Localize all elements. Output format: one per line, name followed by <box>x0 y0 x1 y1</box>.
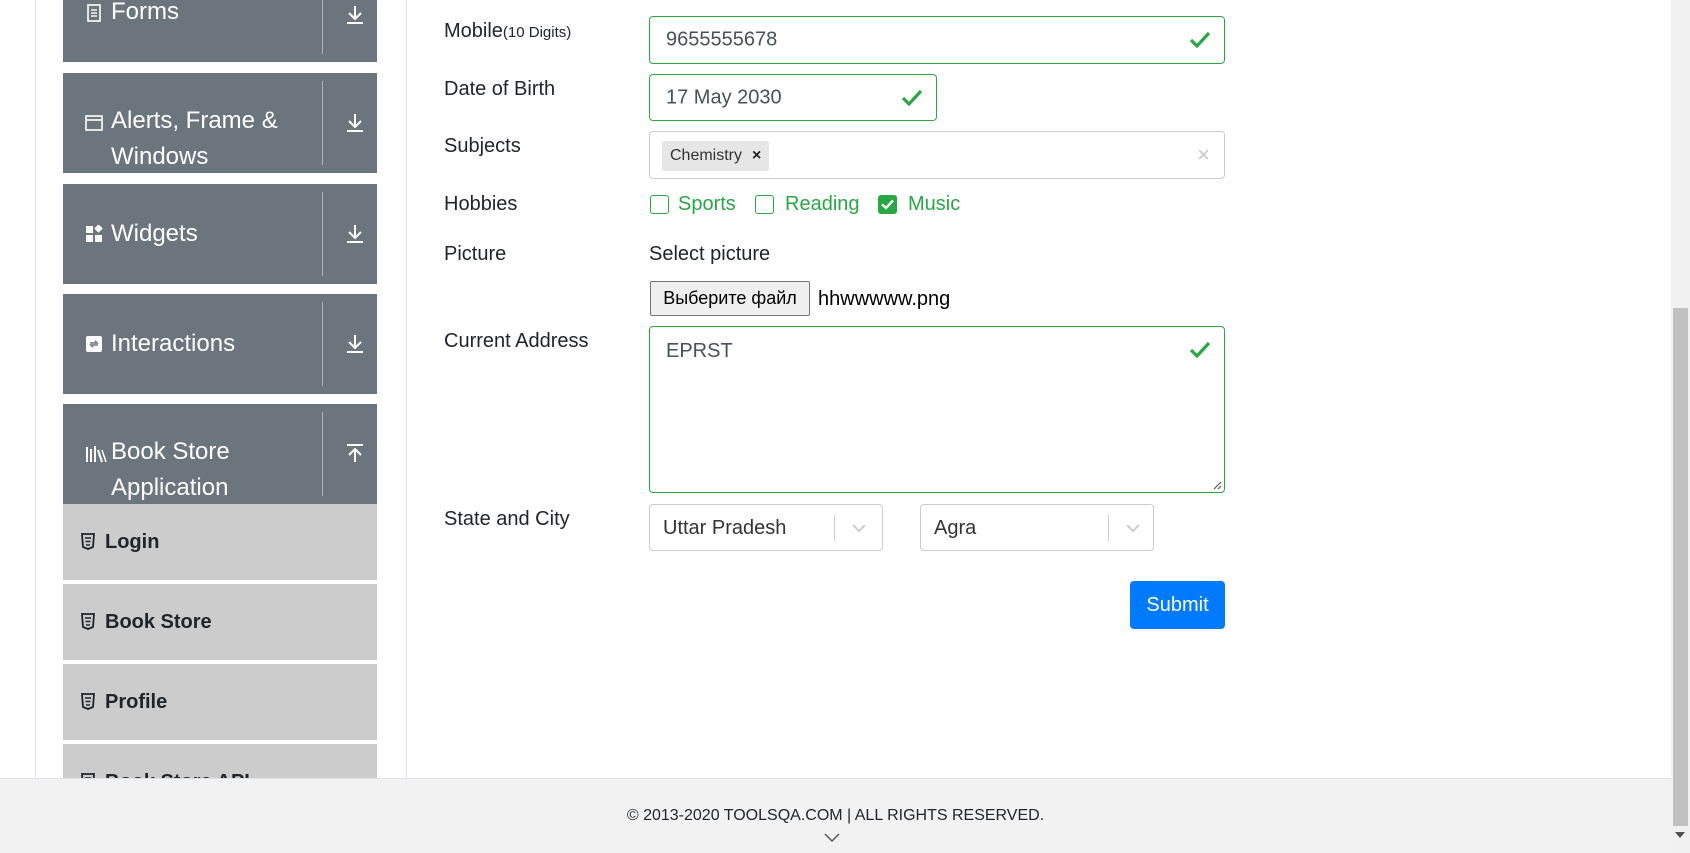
scroll-down-arrow-icon[interactable] <box>1675 832 1685 838</box>
picture-label: Picture <box>444 243 507 265</box>
sidebar-item-login[interactable]: Login <box>63 504 377 582</box>
selected-file-name: hhwwwww.png <box>818 288 951 310</box>
footer-copyright: © 2013-2020 TOOLSQA.COM | ALL RIGHTS RES… <box>626 807 1045 824</box>
divider <box>322 412 323 496</box>
subjects-input[interactable]: Chemistry × × <box>649 131 1225 179</box>
sidebar-group-forms[interactable]: Forms <box>63 0 377 62</box>
state-select[interactable]: Uttar Pradesh <box>649 504 883 551</box>
divider <box>322 192 323 276</box>
divider <box>1108 515 1109 541</box>
dob-input[interactable]: 17 May 2030 <box>649 74 937 121</box>
sidebar-item-label: Login <box>105 531 160 553</box>
subjects-label: Subjects <box>444 135 521 157</box>
divider <box>322 81 323 165</box>
sidebar-group-label: Widgets <box>111 220 198 247</box>
dob-label: Date of Birth <box>444 78 556 100</box>
check-icon <box>1189 341 1211 359</box>
form-icon <box>87 4 101 22</box>
sidebar-group-alerts[interactable]: Alerts, Frame & Windows <box>63 73 377 173</box>
dob-value: 17 May 2030 <box>666 86 782 108</box>
sidebar-group-book-store-application[interactable]: Book Store Application <box>63 404 377 504</box>
subject-chip-label: Chemistry <box>670 147 743 164</box>
sidebar-group-widgets[interactable]: Widgets <box>63 184 377 284</box>
reading-checkbox[interactable] <box>755 195 774 214</box>
html5-icon <box>81 533 95 550</box>
sidebar-item-book-store[interactable]: Book Store <box>63 584 377 662</box>
choose-file-button[interactable]: Выберите файл <box>650 281 810 316</box>
sidebar-group-label: Windows <box>111 143 209 170</box>
sidebar-group-label: Alerts, Frame & <box>111 107 278 134</box>
widgets-icon <box>86 225 103 242</box>
sidebar-item-label: Profile <box>105 691 168 713</box>
mobile-hint: (10 Digits) <box>502 24 572 41</box>
sidebar-group-label: Interactions <box>111 330 236 357</box>
state-city-label: State and City <box>444 508 570 530</box>
chevron-down-icon[interactable] <box>849 518 869 538</box>
sidebar-group-label: Book Store <box>111 438 230 465</box>
footer: © 2013-2020 TOOLSQA.COM | ALL RIGHTS RES… <box>0 778 1671 853</box>
city-value: Agra <box>934 517 977 539</box>
mobile-label-text: Mobile <box>444 20 503 42</box>
sidebar-item-profile[interactable]: Profile <box>63 664 377 742</box>
download-arrow-icon[interactable] <box>343 111 367 135</box>
check-icon <box>1189 31 1211 49</box>
clear-icon[interactable]: × <box>1197 144 1210 166</box>
window-icon <box>85 115 103 131</box>
hobbies-label: Hobbies <box>444 193 518 215</box>
divider <box>322 302 323 386</box>
mobile-value: 9655555678 <box>666 28 778 51</box>
address-label: Current Address <box>444 330 589 352</box>
select-picture-label: Select picture <box>649 243 771 265</box>
checkmark-icon <box>881 199 894 210</box>
html5-icon <box>81 613 95 630</box>
address-value: EPRST <box>666 340 733 362</box>
interactions-icon <box>86 336 102 352</box>
mobile-input[interactable]: 9655555678 <box>649 16 1225 64</box>
chip-remove-icon[interactable]: × <box>752 141 761 171</box>
mobile-label: Mobile(10 Digits) <box>444 20 571 43</box>
music-checkbox[interactable] <box>878 195 897 214</box>
chevron-down-icon <box>824 833 840 843</box>
sidebar-group-label: Forms <box>111 0 179 25</box>
download-arrow-icon[interactable] <box>343 222 367 246</box>
subject-chip: Chemistry × <box>662 141 770 171</box>
sidebar-border <box>35 0 36 778</box>
download-arrow-icon[interactable] <box>343 332 367 356</box>
sidebar-group-label: Application <box>111 474 229 501</box>
sports-label[interactable]: Sports <box>678 193 736 216</box>
submit-button[interactable]: Submit <box>1130 581 1225 629</box>
address-textarea[interactable]: EPRST <box>649 326 1225 493</box>
divider <box>322 0 323 54</box>
city-select[interactable]: Agra <box>920 504 1154 551</box>
page: Forms Alerts, Frame & Windows Widgets In… <box>0 0 1690 853</box>
content-border <box>406 0 407 778</box>
music-label[interactable]: Music <box>908 193 960 216</box>
html5-icon <box>81 693 95 710</box>
scrollbar-thumb[interactable] <box>1673 308 1688 826</box>
sports-checkbox[interactable] <box>650 195 669 214</box>
reading-label[interactable]: Reading <box>785 193 860 216</box>
chevron-down-icon[interactable] <box>1123 518 1143 538</box>
divider <box>834 515 835 541</box>
upload-arrow-icon[interactable] <box>343 442 367 466</box>
sidebar-group-interactions[interactable]: Interactions <box>63 294 377 394</box>
resize-handle-icon[interactable] <box>1212 480 1222 490</box>
sidebar-item-label: Book Store <box>105 611 212 633</box>
state-value: Uttar Pradesh <box>663 517 787 539</box>
check-icon <box>901 89 923 107</box>
books-icon <box>86 446 107 463</box>
download-arrow-icon[interactable] <box>343 3 367 27</box>
